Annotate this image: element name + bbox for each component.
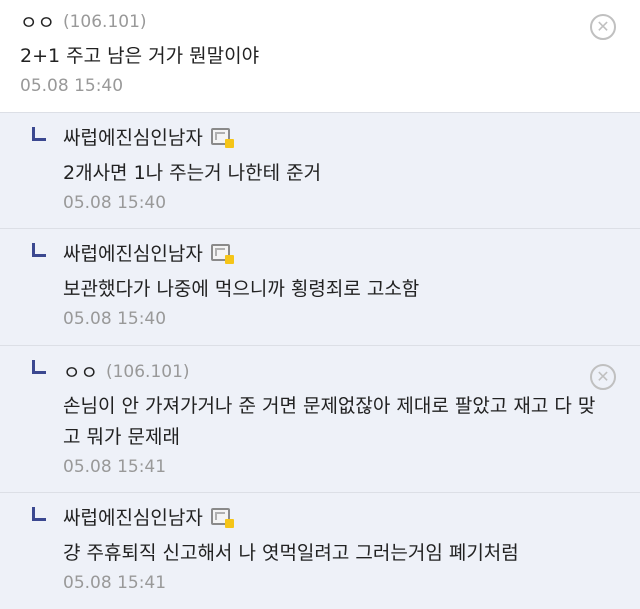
reply-date: 05.08 15:41: [63, 573, 167, 593]
reply-item: 싸럽에진심인남자 걍 주휴퇴직 신고해서 나 엿먹일려고 그러는거임 폐기처럼 …: [0, 493, 640, 609]
reply-item: 싸럽에진심인남자 보관했다가 나중에 먹으니까 횡령죄로 고소함 05.08 1…: [0, 229, 640, 346]
reply-date: 05.08 15:40: [63, 309, 167, 329]
reply-nickname[interactable]: ㅇㅇ: [63, 358, 98, 385]
reply-item: ㅇㅇ (106.101) 손님이 안 가져가거나 준 거면 문제없잖아 제대로 …: [0, 346, 640, 493]
reply-text: 보관했다가 나중에 먹으니까 횡령죄로 고소함: [63, 278, 420, 300]
reply-arrow-icon: [32, 360, 46, 374]
comment-nickname[interactable]: ㅇㅇ: [20, 8, 55, 35]
reply-header: ㅇㅇ (106.101): [63, 358, 190, 385]
comment-item: ㅇㅇ (106.101) 2+1 주고 남은 거가 뭔말이야 05.08 15:…: [0, 0, 640, 113]
reply-arrow-icon: [32, 243, 46, 257]
reply-arrow-icon: [32, 127, 46, 141]
close-circle-icon[interactable]: ✕: [590, 364, 616, 390]
reply-header: 싸럽에진심인남자: [63, 239, 234, 266]
close-circle-icon[interactable]: ✕: [590, 14, 616, 40]
reply-header: 싸럽에진심인남자: [63, 503, 234, 530]
reply-nickname[interactable]: 싸럽에진심인남자: [63, 503, 203, 530]
comment-text: 2+1 주고 남은 거가 뭔말이야: [20, 45, 260, 67]
reply-date: 05.08 15:40: [63, 193, 167, 213]
reply-arrow-icon: [32, 507, 46, 521]
reply-nickname[interactable]: 싸럽에진심인남자: [63, 239, 203, 266]
comment-date: 05.08 15:40: [20, 76, 124, 96]
reply-header: 싸럽에진심인남자: [63, 123, 234, 150]
reply-ip: (106.101): [105, 361, 190, 382]
reply-nickname[interactable]: 싸럽에진심인남자: [63, 123, 203, 150]
comment-header: ㅇㅇ (106.101): [20, 8, 147, 35]
reply-text: 2개사면 1나 주는거 나한테 준거: [63, 162, 322, 184]
fixed-nick-icon: [210, 508, 234, 528]
reply-text-line-1: 손님이 안 가져가거나 준 거면 문제없잖아 제대로 팔았고 재고 다 맞: [63, 395, 596, 417]
reply-item: 싸럽에진심인남자 2개사면 1나 주는거 나한테 준거 05.08 15:40: [0, 113, 640, 229]
reply-date: 05.08 15:41: [63, 457, 167, 477]
reply-text-line-2: 고 뭐가 문제래: [63, 426, 180, 448]
fixed-nick-icon: [210, 128, 234, 148]
reply-text: 걍 주휴퇴직 신고해서 나 엿먹일려고 그러는거임 폐기처럼: [63, 542, 519, 564]
fixed-nick-icon: [210, 244, 234, 264]
comment-ip: (106.101): [62, 11, 147, 32]
